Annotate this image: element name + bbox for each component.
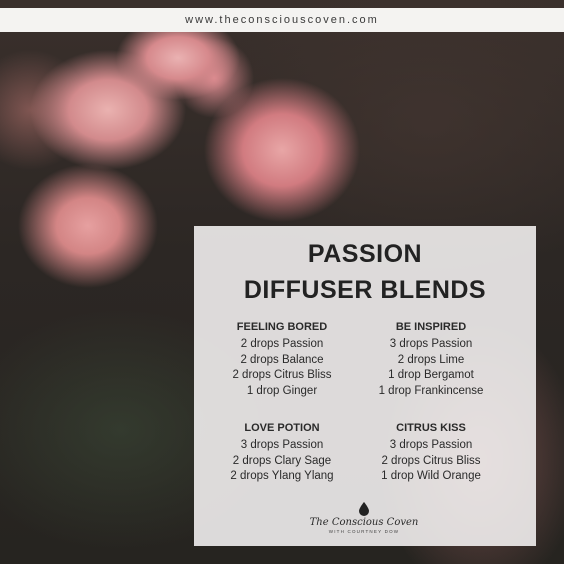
blend-ingredient: 1 drop Bergamot (388, 369, 474, 381)
blend-ingredient: 2 drops Clary Sage (232, 454, 332, 467)
logo-brand-name: The Conscious Coven (309, 517, 419, 528)
blend-name: LOVE POTION (244, 422, 320, 434)
blend-be-inspired: BE INSPIRED 3 drops Passion 2 drops Lime… (356, 321, 506, 399)
blend-ingredient: 3 drops Passion (389, 338, 473, 350)
blend-ingredient: 2 drops Citrus Bliss (232, 369, 332, 381)
website-banner: www.theconsciouscoven.com (0, 8, 564, 32)
blend-ingredient: 1 drop Frankincense (378, 384, 484, 397)
blend-ingredient: 2 drops Citrus Bliss (381, 454, 481, 467)
blend-citrus-kiss: CITRUS KISS 3 drops Passion 2 drops Citr… (356, 422, 506, 485)
blend-ingredient: 1 drop Wild Orange (381, 470, 481, 482)
blend-ingredient: 2 drops Ylang Ylang (230, 470, 334, 482)
blend-name: BE INSPIRED (395, 321, 467, 333)
recipe-card: PASSION DIFFUSER BLENDS FEELING BORED 2 … (194, 226, 536, 546)
brand-logo: The Conscious Coven WITH COURTNEY DOW (304, 502, 424, 542)
website-url: www.theconsciouscoven.com (185, 14, 379, 26)
blend-ingredient: 2 drops Passion (240, 338, 324, 350)
blend-name: FEELING BORED (236, 321, 328, 333)
blend-ingredient: 2 drops Lime (397, 353, 465, 366)
blend-ingredient: 1 drop Ginger (246, 384, 318, 397)
blend-love-potion: LOVE POTION 3 drops Passion 2 drops Clar… (207, 422, 357, 485)
card-title-line1: PASSION (307, 240, 423, 268)
blend-feeling-bored: FEELING BORED 2 drops Passion 2 drops Ba… (207, 321, 357, 399)
blend-ingredient: 2 drops Balance (240, 353, 324, 366)
blend-ingredient: 3 drops Passion (389, 439, 473, 451)
logo-tagline: WITH COURTNEY DOW (328, 529, 400, 534)
blend-name: CITRUS KISS (396, 422, 466, 434)
card-title-line2: DIFFUSER BLENDS (243, 276, 487, 304)
drop-icon (359, 502, 369, 516)
blend-ingredient: 3 drops Passion (240, 439, 324, 451)
